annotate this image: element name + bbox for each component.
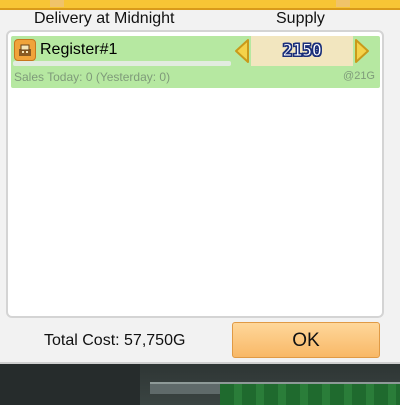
total-cost: Total Cost: 57,750G — [44, 332, 186, 349]
arrow-right-icon — [355, 39, 369, 63]
item-name: Register#1 — [40, 41, 118, 58]
quantity-value: 2150 — [282, 41, 322, 62]
sales-progress-bar — [13, 61, 231, 66]
list-item[interactable]: Register#1 Sales Today: 0 (Yesterday: 0)… — [11, 36, 380, 88]
top-bar-tab-left — [50, 0, 64, 7]
game-background-grass — [220, 384, 400, 405]
ok-button[interactable]: OK — [232, 322, 380, 358]
game-background-shadow — [0, 360, 140, 405]
supply-header: Supply — [276, 10, 325, 27]
decrease-quantity-button[interactable] — [233, 38, 251, 64]
supply-order-dialog: Delivery at Midnight Supply Register#1 S… — [0, 0, 400, 364]
quantity-display: 2150 — [251, 36, 353, 66]
delivery-header: Delivery at Midnight — [34, 10, 175, 27]
sales-stats: Sales Today: 0 (Yesterday: 0) — [14, 70, 171, 84]
top-bar-tab-right — [336, 0, 350, 7]
unit-price: @21G — [343, 70, 375, 82]
increase-quantity-button[interactable] — [353, 38, 371, 64]
arrow-left-icon — [235, 39, 249, 63]
cash-register-icon — [14, 39, 36, 61]
